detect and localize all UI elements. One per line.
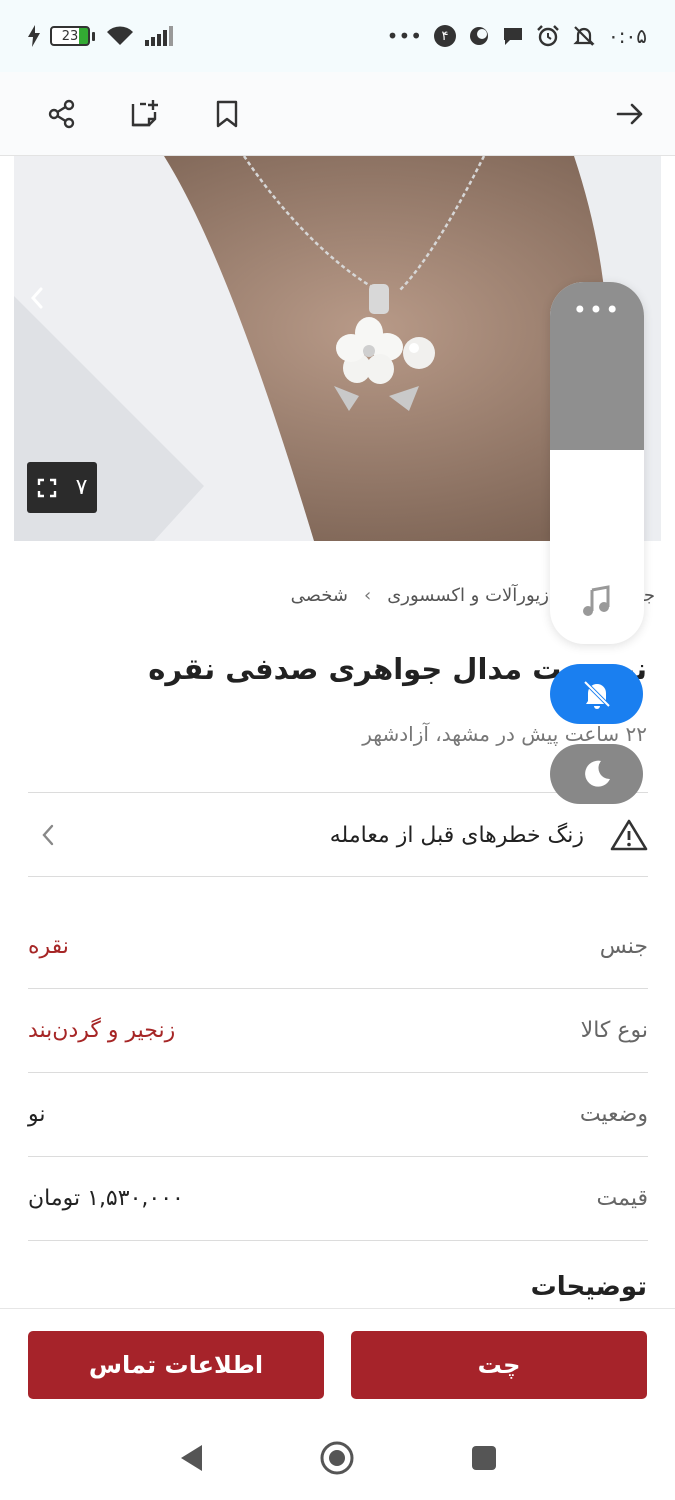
bottom-action-bar: اطلاعات تماس چت (0, 1308, 675, 1416)
battery-level: 23 (61, 28, 79, 44)
attribute-key: جنس (599, 933, 648, 959)
attribute-value-link[interactable]: زنجیر و گردن‌بند (28, 1018, 175, 1043)
charging-icon (28, 25, 40, 47)
risk-warning-label: زنگ خطرهای قبل از معامله (329, 822, 584, 848)
attribute-value: نو (28, 1101, 46, 1127)
chevron-left-icon (42, 824, 54, 846)
description-heading: توضیحات (530, 1272, 647, 1302)
volume-more-icon[interactable]: ••• (550, 296, 644, 324)
nav-home-icon[interactable] (319, 1440, 355, 1476)
wifi-icon (107, 26, 133, 45)
attribute-key: وضعیت (579, 1101, 648, 1127)
share-button[interactable] (38, 90, 86, 138)
contact-info-button[interactable]: اطلاعات تماس (28, 1331, 324, 1399)
nav-recents-icon[interactable] (471, 1445, 497, 1471)
signal-icon (145, 26, 173, 46)
bookmark-icon (216, 100, 238, 128)
back-button[interactable] (606, 90, 654, 138)
more-notifications-icon: ••• (386, 24, 423, 48)
mute-toggle-button[interactable] (550, 664, 643, 724)
warning-icon (610, 819, 648, 851)
notification-count-badge: ۴ (434, 25, 457, 47)
bell-off-icon (583, 680, 610, 709)
fullscreen-icon (37, 478, 56, 497)
photo-count: ۷ (75, 475, 88, 500)
moon-icon (584, 760, 610, 787)
nav-back-icon[interactable] (178, 1443, 204, 1473)
system-nav-bar (0, 1416, 675, 1500)
app-notification-icon (470, 27, 489, 45)
message-icon (504, 28, 523, 45)
chevron-left-icon (30, 287, 43, 309)
attribute-row-condition: وضعیت نو (28, 1072, 648, 1156)
attribute-key: قیمت (596, 1185, 648, 1211)
battery-indicator: 23 (50, 26, 95, 46)
clock: ۰:۰۵ (608, 24, 647, 48)
add-note-button[interactable] (120, 90, 168, 138)
music-note-icon (583, 585, 610, 616)
photo-counter[interactable]: ۷ (27, 462, 97, 513)
price-value: ۱,۵۳۰,۰۰۰ تومان (28, 1185, 184, 1211)
arrow-right-icon (616, 103, 643, 125)
alarm-icon (537, 25, 559, 47)
divider (28, 792, 648, 793)
listing-meta: ۲۲ ساعت پیش در مشهد، آزادشهر (362, 722, 647, 746)
attribute-value-link[interactable]: نقره (28, 934, 69, 959)
bookmark-button[interactable] (203, 90, 251, 138)
divider (28, 876, 648, 877)
add-note-icon (131, 100, 158, 127)
mute-icon (573, 26, 595, 46)
attribute-key: نوع کالا (580, 1017, 648, 1043)
attribute-row-price: قیمت ۱,۵۳۰,۰۰۰ تومان (28, 1156, 648, 1240)
chevron-left-icon: › (363, 584, 372, 606)
divider (28, 1240, 648, 1241)
attribute-row-material: جنس نقره (28, 904, 648, 988)
do-not-disturb-button[interactable] (550, 744, 643, 804)
share-icon (48, 99, 75, 129)
breadcrumb-item[interactable]: زیورآلات و اکسسوری (387, 585, 549, 606)
attribute-row-type: نوع کالا زنجیر و گردن‌بند (28, 988, 648, 1072)
volume-panel[interactable]: ••• (550, 282, 644, 644)
risk-warning-row[interactable]: زنگ خطرهای قبل از معامله (28, 794, 648, 876)
top-app-bar (0, 72, 675, 156)
status-bar: 23 ••• ۴ ۰:۰۵ (0, 0, 675, 72)
chat-button[interactable]: چت (351, 1331, 647, 1399)
gallery-prev-button[interactable] (20, 281, 54, 315)
breadcrumb-item[interactable]: شخصی (291, 585, 348, 606)
